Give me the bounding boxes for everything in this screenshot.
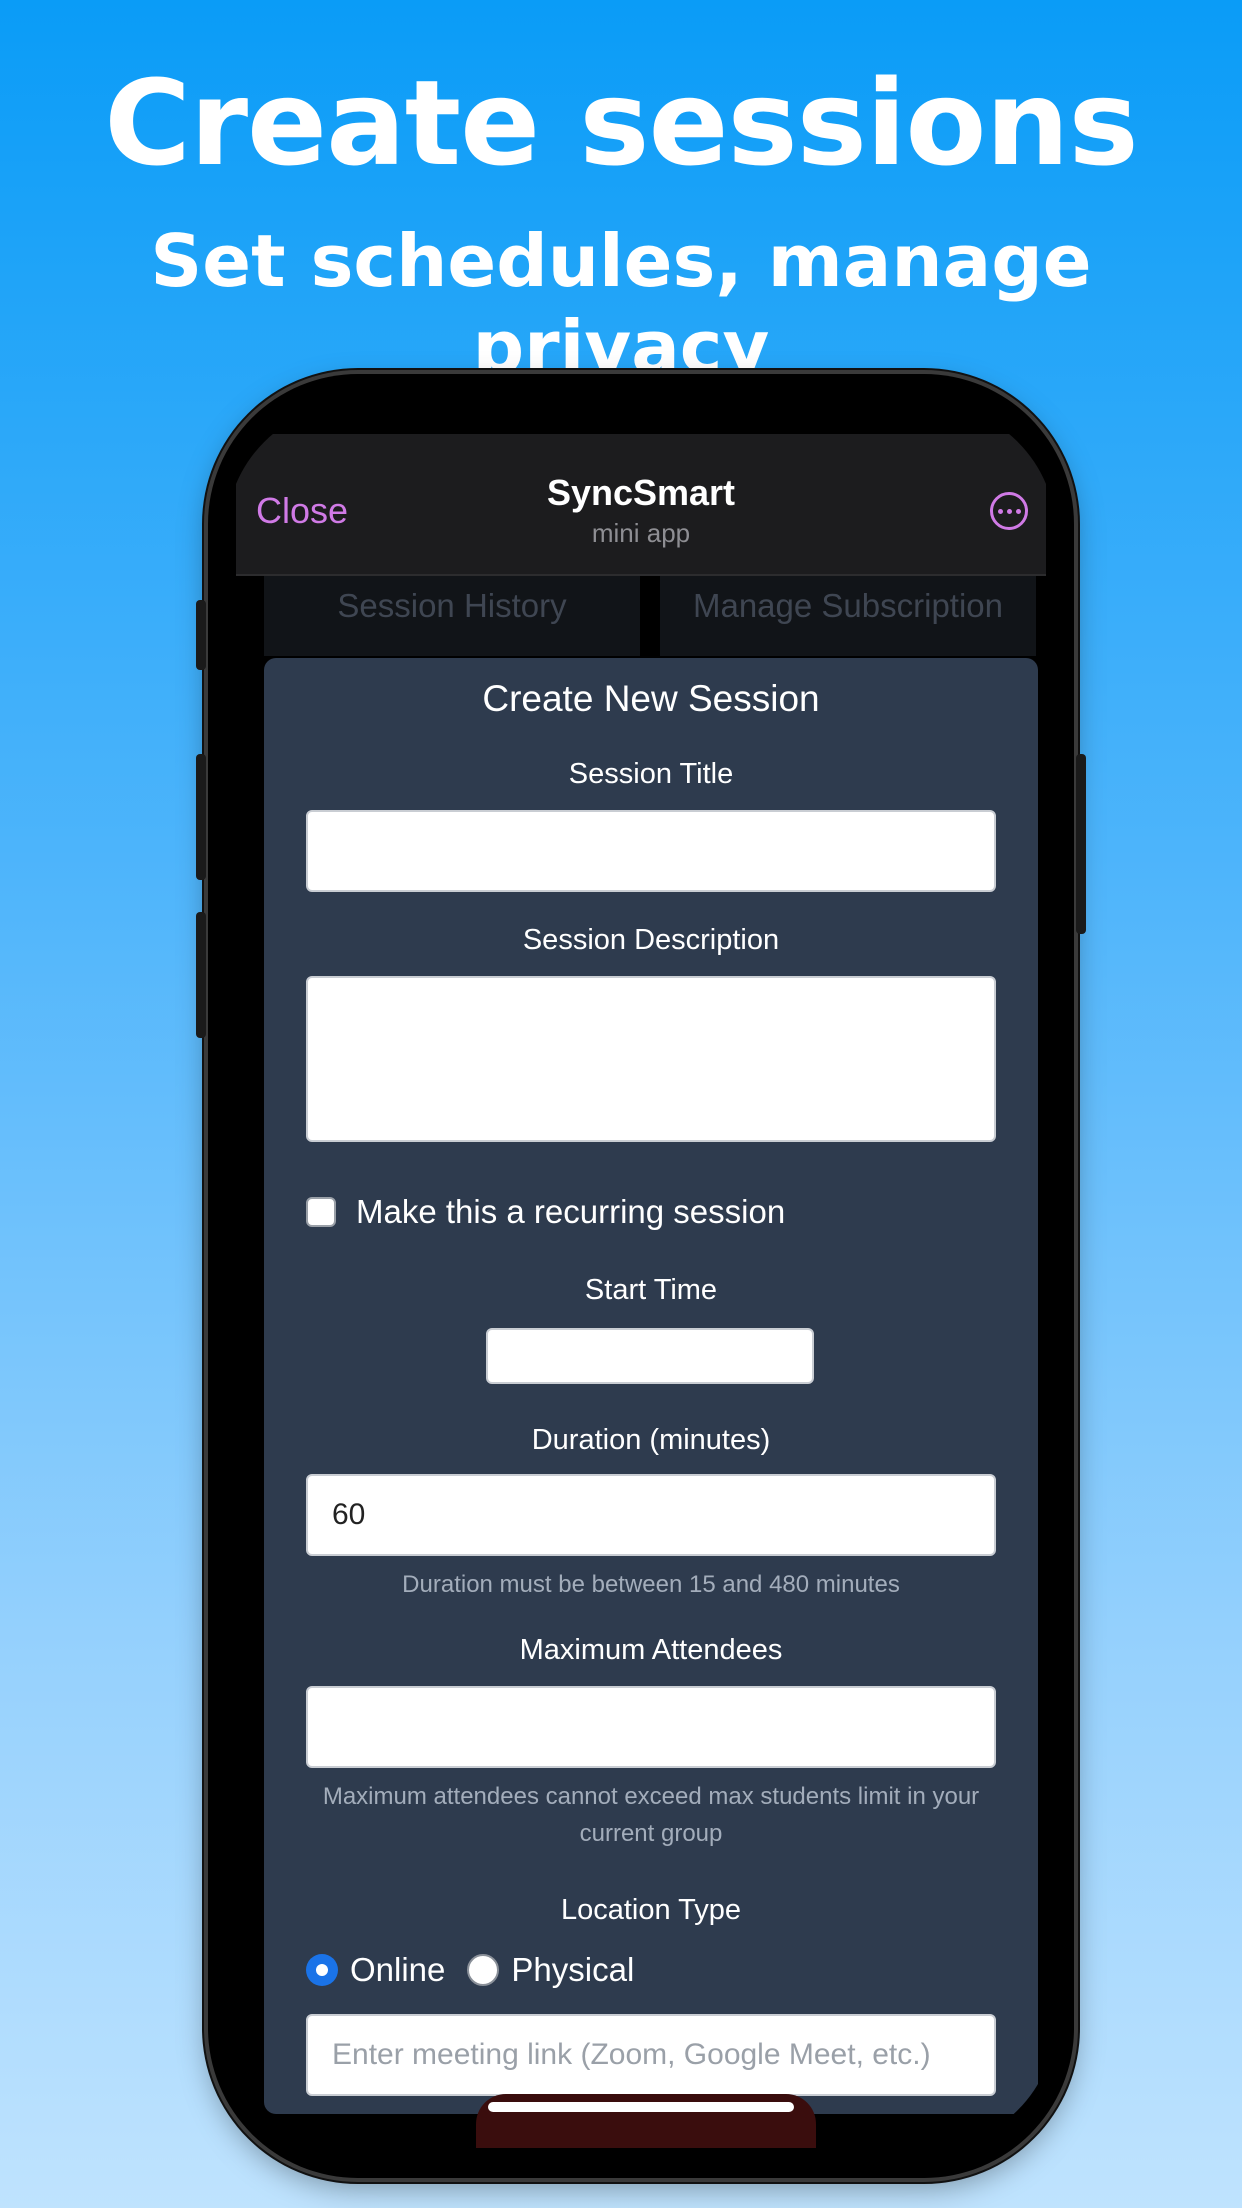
home-indicator[interactable]: [488, 2102, 794, 2112]
duration-hint: Duration must be between 15 and 480 minu…: [402, 1571, 900, 1598]
more-dot: [1006, 508, 1012, 514]
mini-app-navbar: Close SyncSmart mini app: [236, 434, 1046, 576]
promo-subheadline: Set schedules, manage privacy: [150, 219, 1092, 389]
phone-silent-switch: [196, 600, 206, 670]
recurring-row: Make this a recurring session: [306, 1192, 785, 1232]
session-title-input[interactable]: [306, 810, 996, 892]
recurring-checkbox[interactable]: [306, 1197, 336, 1227]
session-description-label: Session Description: [522, 924, 780, 956]
phone-frame: Close SyncSmart mini app Session History…: [196, 374, 1086, 2178]
app-subtitle: mini app: [591, 518, 691, 548]
mini-app-view: Close SyncSmart mini app Session History…: [236, 404, 1046, 2148]
session-title-label: Session Title: [568, 758, 734, 790]
max-attendees-hint: Maximum attendees cannot exceed max stud…: [322, 1783, 980, 1847]
app-title: SyncSmart: [546, 472, 736, 513]
phone-screen: Close SyncSmart mini app Session History…: [226, 404, 1056, 2148]
start-time-input[interactable]: [486, 1328, 814, 1384]
meeting-link-input[interactable]: [306, 2014, 996, 2096]
more-dot: [997, 508, 1003, 514]
session-description-input[interactable]: [306, 976, 996, 1142]
form-heading: Create New Session: [482, 678, 820, 719]
radio-online-label[interactable]: Online: [350, 1951, 445, 1989]
radio-physical[interactable]: [467, 1954, 500, 1986]
tab-manage-subscription[interactable]: Manage Subscription: [660, 576, 1036, 656]
start-time-label: Start Time: [584, 1274, 718, 1306]
max-attendees-input[interactable]: [306, 1686, 996, 1768]
location-type-label: Location Type: [560, 1894, 742, 1926]
phone-power-button: [1076, 754, 1086, 934]
promo-headline: Create sessions: [104, 54, 1138, 192]
more-dot: [1015, 508, 1021, 514]
create-session-form: Create New Session Session Title Session…: [264, 658, 1038, 2114]
duration-input[interactable]: [306, 1474, 996, 1556]
phone-volume-up: [196, 754, 206, 880]
phone-volume-down: [196, 912, 206, 1038]
recurring-label: Make this a recurring session: [356, 1193, 786, 1230]
max-attendees-label: Maximum Attendees: [519, 1634, 783, 1666]
more-options-icon[interactable]: [990, 492, 1028, 530]
duration-label: Duration (minutes): [531, 1424, 771, 1456]
radio-physical-label[interactable]: Physical: [511, 1951, 634, 1989]
radio-online[interactable]: [306, 1954, 338, 1986]
tab-session-history[interactable]: Session History: [264, 576, 640, 656]
tab-bar: Session History Manage Subscription: [264, 576, 1036, 656]
location-type-options: Online Physical: [306, 1950, 656, 1990]
